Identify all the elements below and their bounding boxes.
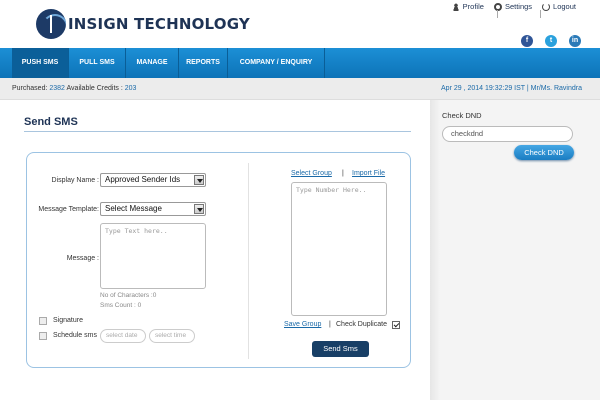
nav-pull-sms[interactable]: PULL SMS bbox=[69, 48, 125, 78]
display-name-label: Display Name : bbox=[51, 177, 99, 184]
linkedin-icon[interactable]: in bbox=[569, 35, 581, 47]
check-duplicate-label: Check Duplicate bbox=[336, 321, 387, 328]
message-label: Message : bbox=[66, 255, 99, 262]
schedule-sms-label: Schedule sms bbox=[53, 332, 97, 339]
message-textarea[interactable]: Type Text here.. bbox=[100, 223, 206, 289]
message-template-label: Message Template: bbox=[38, 206, 99, 213]
check-duplicate-checkbox[interactable] bbox=[392, 321, 400, 329]
datetime-user: Apr 29 , 2014 19:32:29 IST | Mr/Ms. Ravi… bbox=[441, 85, 582, 92]
title-divider bbox=[24, 131, 411, 132]
display-name-select[interactable]: Approved Sender Ids bbox=[100, 173, 206, 187]
header: INSIGN TECHNOLOGY Profile Settings Logou… bbox=[0, 0, 600, 48]
logout-link[interactable]: Logout bbox=[542, 2, 576, 11]
date-input[interactable]: select date bbox=[100, 329, 146, 343]
nav-reports[interactable]: REPORTS bbox=[179, 48, 227, 78]
schedule-sms-checkbox[interactable] bbox=[39, 332, 47, 340]
top-link-separator bbox=[497, 10, 498, 18]
top-links: Profile Settings Logout bbox=[451, 2, 576, 11]
check-dnd-title: Check DND bbox=[442, 111, 482, 120]
top-link-separator bbox=[540, 10, 541, 18]
info-bar: Purchased: 2382 Available Credits : 203 … bbox=[0, 78, 600, 100]
nav-manage[interactable]: MANAGE bbox=[126, 48, 178, 78]
sidebar: Check DND checkdnd Check DND bbox=[430, 100, 600, 400]
twitter-icon[interactable]: t bbox=[545, 35, 557, 47]
main-nav: PUSH SMS PULL SMS MANAGE REPORTS COMPANY… bbox=[0, 48, 600, 78]
purchased-count: 2382 bbox=[49, 85, 65, 92]
message-template-select[interactable]: Select Message bbox=[100, 202, 206, 216]
character-count: No of Characters :0 bbox=[100, 292, 157, 299]
chevron-down-icon bbox=[194, 204, 204, 214]
time-input[interactable]: select time bbox=[149, 329, 195, 343]
nav-divider bbox=[324, 48, 325, 78]
signature-label: Signature bbox=[53, 317, 83, 324]
brand-name: INSIGN TECHNOLOGY bbox=[68, 15, 250, 33]
power-icon bbox=[542, 2, 551, 11]
column-divider bbox=[248, 163, 249, 359]
check-dnd-input[interactable]: checkdnd bbox=[442, 126, 573, 142]
link-separator: | bbox=[329, 321, 331, 328]
chevron-down-icon bbox=[194, 175, 204, 185]
send-sms-button[interactable]: Send Sms bbox=[312, 341, 369, 357]
numbers-textarea[interactable]: Type Number Here.. bbox=[291, 182, 387, 316]
save-group-link[interactable]: Save Group bbox=[284, 321, 321, 328]
select-group-link[interactable]: Select Group bbox=[291, 170, 332, 177]
sms-count: Sms Count : 0 bbox=[100, 302, 142, 309]
logo-icon bbox=[36, 9, 66, 39]
signature-checkbox[interactable] bbox=[39, 317, 47, 325]
nav-company-enquiry[interactable]: COMPANY / ENQUIRY bbox=[228, 48, 324, 78]
user-icon bbox=[451, 2, 460, 11]
main-content: Send SMS Display Name : Approved Sender … bbox=[12, 100, 430, 400]
send-sms-panel: Display Name : Approved Sender Ids Messa… bbox=[26, 152, 411, 368]
available-credits: 203 bbox=[124, 85, 137, 92]
facebook-icon[interactable]: f bbox=[521, 35, 533, 47]
check-dnd-button[interactable]: Check DND bbox=[514, 145, 574, 160]
logo[interactable]: INSIGN TECHNOLOGY bbox=[36, 9, 250, 39]
settings-link[interactable]: Settings bbox=[493, 2, 532, 11]
nav-push-sms[interactable]: PUSH SMS bbox=[12, 48, 68, 78]
link-separator: | bbox=[342, 170, 344, 177]
profile-link[interactable]: Profile bbox=[451, 2, 484, 11]
page-title: Send SMS bbox=[24, 116, 78, 128]
credits-info: Purchased: 2382 Available Credits : 203 bbox=[12, 85, 137, 92]
import-file-link[interactable]: Import File bbox=[352, 170, 385, 177]
